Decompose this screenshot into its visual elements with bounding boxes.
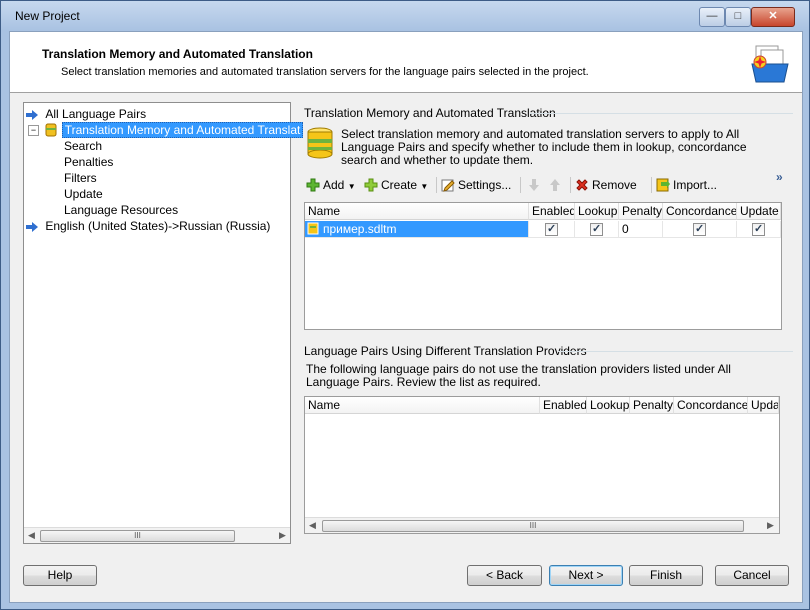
add-button[interactable]: Add ▼ <box>306 176 356 194</box>
scroll-right-icon[interactable]: ▶ <box>763 518 778 533</box>
arrow-right-icon <box>26 221 38 232</box>
collapse-icon[interactable]: − <box>28 125 39 137</box>
scroll-thumb[interactable]: III <box>322 520 744 532</box>
update-checkbox[interactable] <box>752 221 765 237</box>
toolbar-separator <box>570 177 571 193</box>
wizard-tm-icon <box>751 45 789 83</box>
tm-panel-info: Select translation memory and automated … <box>341 127 747 167</box>
import-icon <box>656 178 670 192</box>
tree-item-tm-and-automated-translation[interactable]: − Translation Memory and Automated Trans… <box>28 122 304 138</box>
penalty-cell[interactable]: 0 <box>619 221 663 238</box>
new-project-window: New Project — □ ✕ Translation Memory and… <box>0 0 810 610</box>
dropdown-arrow-icon: ▼ <box>420 182 429 191</box>
column-header-lookup[interactable]: Lookup <box>587 397 630 414</box>
column-header-enabled[interactable]: Enabled <box>540 397 587 414</box>
group-divider <box>558 351 793 352</box>
lookup-cell[interactable] <box>575 221 619 238</box>
concordance-checkbox[interactable] <box>693 221 706 237</box>
minimize-button[interactable]: — <box>699 7 725 27</box>
tree-item-search[interactable]: Search <box>64 139 102 154</box>
column-header-name[interactable]: Name <box>305 397 540 414</box>
arrow-up-icon <box>550 179 560 191</box>
page-subtitle: Select translation memories and automate… <box>61 66 589 78</box>
enabled-checkbox[interactable] <box>545 221 558 237</box>
concordance-cell[interactable] <box>663 221 737 238</box>
column-header-name[interactable]: Name <box>305 203 529 220</box>
column-header-update[interactable]: Upda <box>748 397 779 414</box>
column-header-enabled[interactable]: Enabled <box>529 203 575 220</box>
page-header: Translation Memory and Automated Transla… <box>10 32 802 93</box>
back-button[interactable]: < Back <box>467 565 542 586</box>
scroll-right-icon[interactable]: ▶ <box>275 528 290 543</box>
column-header-concordance[interactable]: Concordance <box>663 203 737 220</box>
settings-pencil-icon <box>441 179 455 192</box>
pairs-panel-title: Language Pairs Using Different Translati… <box>304 344 587 358</box>
pairs-panel-info: The following language pairs do not use … <box>306 362 731 389</box>
column-header-penalty[interactable]: Penalty <box>619 203 663 220</box>
tree-item-update[interactable]: Update <box>64 187 103 202</box>
dialog-client: Translation Memory and Automated Transla… <box>9 31 803 603</box>
cancel-button[interactable]: Cancel <box>715 565 789 586</box>
tree-item-filters[interactable]: Filters <box>64 171 97 186</box>
plus-icon <box>306 178 320 192</box>
navigation-tree[interactable]: All Language Pairs − Translation Memory … <box>23 102 304 544</box>
column-header-lookup[interactable]: Lookup <box>575 203 619 220</box>
pairs-horizontal-scrollbar[interactable]: ◀ III ▶ <box>305 517 779 533</box>
page-title: Translation Memory and Automated Transla… <box>42 47 313 61</box>
help-button[interactable]: Help <box>23 565 97 586</box>
remove-button[interactable]: Remove <box>575 176 637 194</box>
tm-name-cell[interactable]: пример.sdltm <box>305 221 529 238</box>
dropdown-arrow-icon: ▼ <box>347 182 356 191</box>
toolbar-separator <box>436 177 437 193</box>
tm-database-icon <box>45 123 57 137</box>
finish-button[interactable]: Finish <box>629 565 703 586</box>
import-button[interactable]: Import... <box>656 176 717 194</box>
tree-item-all-language-pairs[interactable]: All Language Pairs <box>26 107 146 122</box>
lookup-checkbox[interactable] <box>590 221 603 237</box>
move-down-button[interactable] <box>527 176 544 194</box>
maximize-button[interactable]: □ <box>725 7 751 27</box>
tree-item-language-resources[interactable]: Language Resources <box>64 203 178 218</box>
tm-database-icon <box>307 127 333 159</box>
close-button[interactable]: ✕ <box>751 7 795 27</box>
toolbar-separator <box>651 177 652 193</box>
tm-file-icon <box>307 222 319 235</box>
column-header-concordance[interactable]: Concordance <box>674 397 748 414</box>
pairs-grid[interactable]: Name Enabled Lookup Penalty Concordance … <box>304 396 780 534</box>
tm-toolbar: Add ▼ Create ▼ Settings... Remove Import… <box>304 170 794 196</box>
settings-button[interactable]: Settings... <box>441 176 511 194</box>
window-title: New Project <box>15 9 80 23</box>
group-divider <box>530 113 793 114</box>
nav-horizontal-scrollbar[interactable]: ◀ III ▶ <box>24 527 290 543</box>
update-cell[interactable] <box>737 221 781 238</box>
tm-grid[interactable]: Name Enabled Lookup Penalty Concordance … <box>304 202 782 330</box>
toolbar-separator <box>520 177 521 193</box>
next-button[interactable]: Next > <box>549 565 623 586</box>
scroll-left-icon[interactable]: ◀ <box>24 528 39 543</box>
toolbar-overflow-button[interactable]: » <box>776 168 783 186</box>
column-header-penalty[interactable]: Penalty <box>630 397 674 414</box>
arrow-down-icon <box>529 179 539 191</box>
scroll-left-icon[interactable]: ◀ <box>305 518 320 533</box>
column-header-update[interactable]: Update <box>737 203 781 220</box>
remove-x-icon <box>576 179 588 191</box>
move-up-button[interactable] <box>548 176 565 194</box>
tree-item-penalties[interactable]: Penalties <box>64 155 113 170</box>
tm-panel-title: Translation Memory and Automated Transla… <box>304 106 556 120</box>
scroll-thumb[interactable]: III <box>40 530 235 542</box>
title-bar[interactable]: New Project — □ ✕ <box>1 1 809 31</box>
create-plus-icon <box>364 178 378 192</box>
enabled-cell[interactable] <box>529 221 575 238</box>
arrow-right-icon <box>26 109 38 120</box>
create-button[interactable]: Create ▼ <box>364 176 428 194</box>
tree-item-english-russian[interactable]: English (United States)->Russian (Russia… <box>26 219 270 234</box>
